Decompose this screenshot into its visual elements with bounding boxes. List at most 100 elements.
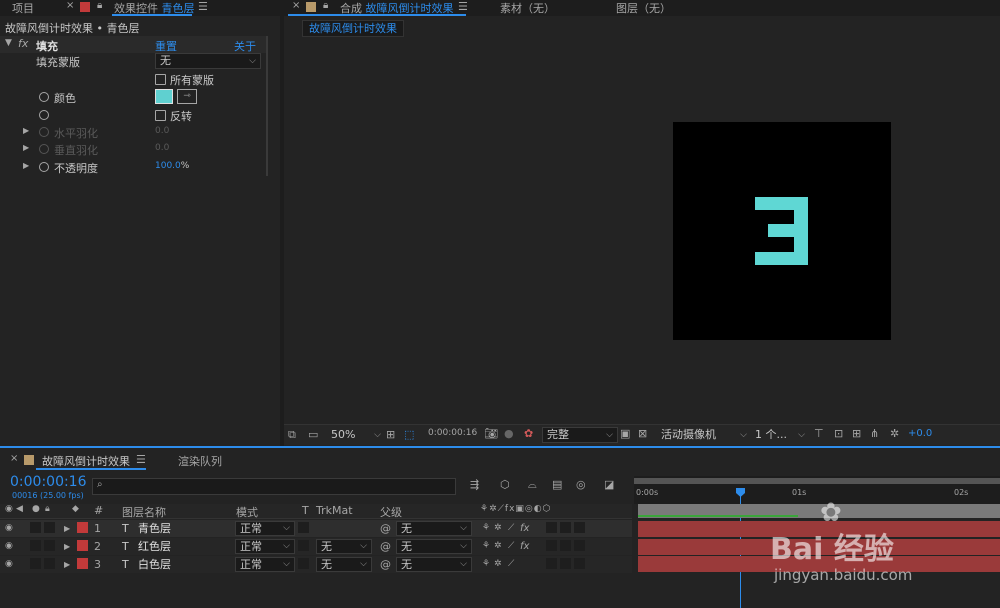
stopwatch-icon[interactable] (39, 110, 49, 120)
zoom-dropdown[interactable]: 50% ⌵ (326, 427, 386, 443)
opacity-value[interactable]: 100.0% (155, 161, 189, 171)
expand-arrow-icon[interactable]: ▶ (23, 126, 29, 135)
timeline-timecode[interactable]: 0:00:00:16 (10, 474, 87, 490)
expand-arrow-icon[interactable]: ▶ (64, 538, 70, 555)
all-masks-checkbox[interactable] (155, 74, 166, 85)
lock-toggle[interactable] (44, 558, 55, 569)
lock-toggle[interactable] (44, 522, 55, 533)
invert-checkbox[interactable] (155, 110, 166, 121)
tab-footage[interactable]: 素材（无） (500, 0, 555, 16)
reset-exposure-icon[interactable]: ✲ (890, 427, 899, 440)
layer-name[interactable]: 红色层 (138, 538, 171, 555)
audio-toggle[interactable] (30, 558, 41, 569)
work-area-bar[interactable] (634, 478, 1000, 484)
tab-menu-icon[interactable]: ☰ (198, 0, 208, 13)
layer-row[interactable]: ◉ ▶ 2 T 红色层 正常 ⌵ 无 ⌵ @ 无 ⌵ ⚘ ✲ ⟋ fx (0, 538, 632, 555)
trkmat-dropdown[interactable]: 无 ⌵ (316, 539, 372, 554)
close-icon[interactable]: × (292, 0, 300, 11)
comp-mini-flowchart-icon[interactable]: ⇶ (470, 478, 479, 491)
quality-switch-icon[interactable]: ⟋ (508, 520, 514, 537)
time-ruler[interactable]: 0:00s 01s 02s (634, 476, 1000, 504)
comp-subtab[interactable]: 故障风倒计时效果 (302, 20, 404, 37)
switch-box[interactable] (560, 522, 571, 533)
quality-switch-icon[interactable]: ⟋ (508, 556, 514, 573)
comp-canvas[interactable]: 3 (673, 122, 891, 340)
pickwhip-icon[interactable]: @ (380, 520, 391, 537)
solo-icon[interactable]: ● (32, 504, 40, 514)
tab-menu-icon[interactable]: ☰ (136, 453, 146, 466)
shy-switch-icon[interactable]: ⚘ (482, 520, 490, 537)
timeline-icon[interactable]: ⊞ (852, 427, 861, 440)
close-icon[interactable]: × (66, 0, 74, 11)
fast-preview-icon[interactable]: ⊡ (834, 427, 843, 440)
lock-toggle[interactable] (44, 540, 55, 551)
layer-label-color[interactable] (77, 558, 88, 569)
quality-switch-icon[interactable]: ⟋ (508, 538, 514, 555)
stopwatch-icon[interactable] (39, 162, 49, 172)
label-icon[interactable]: ◆ (72, 504, 79, 514)
switch-box[interactable] (574, 522, 585, 533)
motion-blur-icon[interactable]: ◎ (576, 478, 586, 491)
monitor-icon[interactable]: ▭ (308, 428, 318, 441)
parent-dropdown[interactable]: 无 ⌵ (396, 539, 472, 554)
toggle-pixel-icon[interactable]: ⊤ (814, 427, 824, 440)
lock-icon[interactable]: 🔒︎ (97, 0, 102, 11)
expand-arrow-icon[interactable]: ▶ (23, 143, 29, 152)
switch-box[interactable] (546, 540, 557, 551)
color-swatch[interactable] (155, 89, 173, 104)
eye-icon[interactable]: ◉ (5, 520, 13, 537)
switch-box[interactable] (560, 558, 571, 569)
always-preview-icon[interactable]: ⧉ (288, 428, 296, 442)
frame-blending-icon[interactable]: ▤ (552, 478, 562, 491)
show-snapshot-icon[interactable]: ● (504, 427, 514, 440)
layer-name[interactable]: 白色层 (138, 556, 171, 573)
flowchart-icon[interactable]: ⋔ (870, 427, 879, 440)
region-icon[interactable]: ⊞ (386, 428, 395, 441)
reset-link[interactable]: 重置 (155, 38, 177, 54)
switch-box[interactable] (574, 558, 585, 569)
tab-timeline-comp[interactable]: 故障风倒计时效果 (42, 453, 130, 469)
layer-label-color[interactable] (77, 522, 88, 533)
pickwhip-icon[interactable]: @ (380, 538, 391, 555)
shy-switch-icon[interactable]: ⚘ (482, 556, 490, 573)
switch-box[interactable] (560, 540, 571, 551)
scrollbar[interactable] (266, 36, 268, 176)
audio-toggle[interactable] (30, 522, 41, 533)
lock-icon[interactable]: 🔒︎ (45, 504, 50, 514)
transparency-grid-icon[interactable]: ⬚ (404, 428, 414, 441)
switch-box[interactable] (546, 558, 557, 569)
layer-label-color[interactable] (77, 540, 88, 551)
resolution-dropdown[interactable]: 完整 ⌵ (542, 427, 618, 443)
layer-row[interactable]: ◉ ▶ 3 T 白色层 正常 ⌵ 无 ⌵ @ 无 ⌵ ⚘ ✲ ⟋ (0, 556, 632, 573)
layer-mode-dropdown[interactable]: 正常 ⌵ (235, 557, 295, 572)
trkmat-dropdown[interactable]: 无 ⌵ (316, 557, 372, 572)
eye-icon[interactable]: ◉ (5, 504, 13, 514)
preserve-transparency-toggle[interactable] (298, 558, 309, 569)
fx-switch-icon[interactable]: fx (520, 520, 529, 537)
roi-icon[interactable]: ▣ (620, 427, 630, 440)
shy-layers-icon[interactable]: ⌓ (528, 478, 537, 492)
expand-arrow-icon[interactable]: ▶ (64, 520, 70, 537)
fx-switch-icon[interactable]: fx (520, 538, 529, 555)
tab-project[interactable]: 项目 (12, 0, 34, 16)
viewer-timecode[interactable]: 0:00:00:16 (428, 428, 477, 438)
layer-name[interactable]: 青色层 (138, 520, 171, 537)
preserve-transparency-toggle[interactable] (298, 522, 309, 533)
expand-arrow-icon[interactable]: ▼ (5, 38, 12, 48)
eye-icon[interactable]: ◉ (5, 556, 13, 573)
expand-arrow-icon[interactable]: ▶ (23, 161, 29, 170)
lock-icon[interactable]: 🔒︎ (323, 0, 328, 11)
collapse-switch-icon[interactable]: ✲ (494, 556, 502, 573)
col-layer-name[interactable]: 图层名称 (122, 504, 166, 520)
eyedropper-icon[interactable]: ⇾ (177, 89, 197, 104)
parent-dropdown[interactable]: 无 ⌵ (396, 521, 472, 536)
audio-icon[interactable]: ◀ (16, 504, 23, 514)
switch-box[interactable] (546, 522, 557, 533)
tab-layer[interactable]: 图层（无） (616, 0, 671, 16)
close-icon[interactable]: × (10, 453, 18, 464)
layer-mode-dropdown[interactable]: 正常 ⌵ (235, 539, 295, 554)
fx-icon[interactable]: fx (18, 37, 28, 50)
eye-icon[interactable]: ◉ (5, 538, 13, 555)
camera-dropdown[interactable]: 活动摄像机 ⌵ (656, 427, 752, 443)
transparency-icon[interactable]: ⊠ (638, 427, 647, 440)
